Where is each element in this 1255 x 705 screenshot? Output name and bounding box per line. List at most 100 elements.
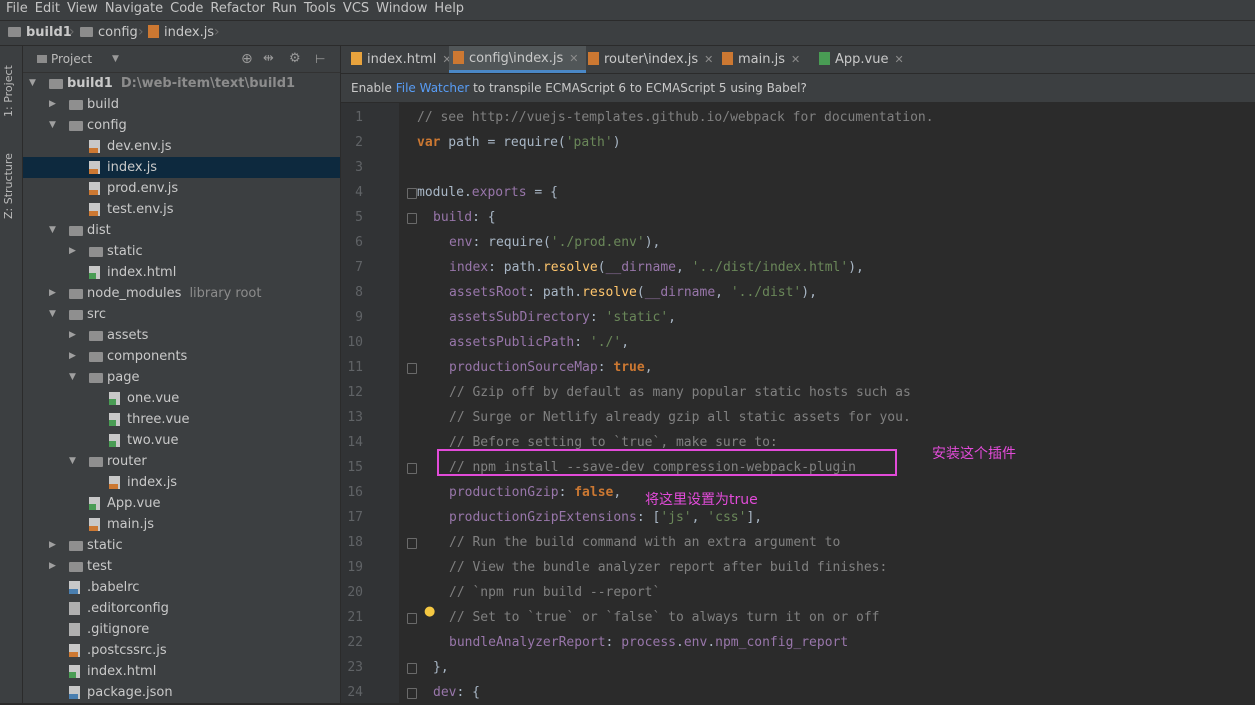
collapsed-arrow-icon[interactable]: ▶ — [49, 535, 59, 556]
html-file-icon — [89, 266, 100, 279]
menu-item-file[interactable]: File — [6, 0, 28, 18]
expanded-arrow-icon[interactable]: ▼ — [69, 451, 79, 472]
close-tab-icon[interactable]: ✕ — [791, 53, 800, 66]
editor-tab[interactable]: App.vue ✕ — [815, 46, 909, 73]
code-text: assetsRoot: path.resolve(__dirname, '../… — [449, 285, 817, 300]
editor-tab[interactable]: main.js ✕ — [718, 46, 817, 73]
menu-item-edit[interactable]: Edit — [35, 0, 60, 18]
close-tab-icon[interactable]: ✕ — [569, 52, 578, 65]
tree-item[interactable]: ▶ test — [23, 556, 340, 577]
tree-item[interactable]: two.vue — [23, 430, 340, 451]
code-text: // Gzip off by default as many popular s… — [449, 385, 911, 400]
expanded-arrow-icon[interactable]: ▼ — [29, 73, 39, 94]
fold-marker-icon[interactable] — [407, 688, 417, 699]
tree-item[interactable]: ▶ node_modules library root — [23, 283, 340, 304]
tree-item[interactable]: ▶ assets — [23, 325, 340, 346]
editor-tab[interactable]: config\index.js ✕ — [449, 46, 586, 73]
expanded-arrow-icon[interactable]: ▼ — [49, 220, 59, 241]
tree-item[interactable]: main.js — [23, 514, 340, 535]
tree-item[interactable]: prod.env.js — [23, 178, 340, 199]
fold-marker-icon[interactable] — [407, 613, 417, 624]
collapsed-arrow-icon[interactable]: ▶ — [69, 325, 79, 346]
project-tool-tab[interactable]: 1: Project — [2, 56, 20, 126]
close-tab-icon[interactable]: ✕ — [894, 53, 903, 66]
tree-item[interactable]: ▼ dist — [23, 220, 340, 241]
expanded-arrow-icon[interactable]: ▼ — [49, 304, 59, 325]
structure-tool-tab[interactable]: Z: Structure — [2, 146, 20, 226]
tree-item[interactable]: three.vue — [23, 409, 340, 430]
expanded-arrow-icon[interactable]: ▼ — [69, 367, 79, 388]
menu-item-window[interactable]: Window — [376, 0, 427, 18]
tree-item-label: index.html — [87, 664, 157, 679]
collapsed-arrow-icon[interactable]: ▶ — [49, 556, 59, 577]
code-line: 18 // Run the build command with an extra… — [341, 530, 1255, 555]
menu-item-run[interactable]: Run — [272, 0, 297, 18]
line-number: 14 — [347, 435, 363, 450]
menu-item-tools[interactable]: Tools — [304, 0, 336, 18]
tree-item[interactable]: ▼ build1 D:\web-item\text\build1 — [23, 73, 340, 94]
breadcrumb-item-build1[interactable]: build1 — [8, 23, 72, 43]
tree-item[interactable]: App.vue — [23, 493, 340, 514]
folder-icon — [69, 121, 83, 131]
tree-item[interactable]: one.vue — [23, 388, 340, 409]
code-editor[interactable]: 1 // see http://vuejs-templates.github.io… — [341, 103, 1255, 703]
fold-marker-icon[interactable] — [407, 663, 417, 674]
view-dropdown-arrow-icon[interactable]: ▼ — [112, 46, 119, 72]
tree-item[interactable]: index.html — [23, 262, 340, 283]
breadcrumb-item-config[interactable]: config — [80, 23, 138, 43]
fold-marker-icon[interactable] — [407, 538, 417, 549]
tree-item[interactable]: .postcssrc.js — [23, 640, 340, 661]
tree-item[interactable]: index.js — [23, 157, 340, 178]
tree-item[interactable]: index.js — [23, 472, 340, 493]
txt-file-icon — [69, 602, 80, 615]
lightbulb-icon[interactable]: ● — [424, 604, 436, 619]
tree-item[interactable]: .editorconfig — [23, 598, 340, 619]
fold-marker-icon[interactable] — [407, 463, 417, 474]
editor-tab[interactable]: index.html ✕ — [347, 46, 452, 73]
expanded-arrow-icon[interactable]: ▼ — [49, 115, 59, 136]
collapsed-arrow-icon[interactable]: ▶ — [49, 94, 59, 115]
hide-panel-icon[interactable]: ⊢ — [315, 46, 325, 72]
tree-item[interactable]: package.json — [23, 682, 340, 703]
folder-icon — [89, 331, 103, 341]
code-line: 9 assetsSubDirectory: 'static', — [341, 305, 1255, 330]
project-view-dropdown[interactable]: Project — [51, 46, 92, 72]
tree-item[interactable]: dev.env.js — [23, 136, 340, 157]
tree-item[interactable]: ▼ config — [23, 115, 340, 136]
menu-item-refactor[interactable]: Refactor — [210, 0, 265, 18]
menu-item-code[interactable]: Code — [170, 0, 203, 18]
code-line: 19 // View the bundle analyzer report aft… — [341, 555, 1255, 580]
settings-gear-icon[interactable]: ⚙ — [289, 46, 301, 72]
breadcrumb-item-indexjs[interactable]: index.js — [148, 23, 214, 43]
fold-marker-icon[interactable] — [407, 213, 417, 224]
menu-item-help[interactable]: Help — [434, 0, 464, 18]
file-watcher-link[interactable]: File Watcher — [396, 81, 470, 95]
tree-item[interactable]: ▶ static — [23, 241, 340, 262]
tree-item[interactable]: index.html — [23, 661, 340, 682]
collapsed-arrow-icon[interactable]: ▶ — [69, 241, 79, 262]
collapsed-arrow-icon[interactable]: ▶ — [49, 283, 59, 304]
tree-item[interactable]: ▼ router — [23, 451, 340, 472]
tree-item[interactable]: test.env.js — [23, 199, 340, 220]
tree-item[interactable]: .gitignore — [23, 619, 340, 640]
fold-marker-icon[interactable] — [407, 363, 417, 374]
tree-item[interactable]: ▶ static — [23, 535, 340, 556]
fold-marker-icon[interactable] — [407, 188, 417, 199]
close-tab-icon[interactable]: ✕ — [704, 53, 713, 66]
annotation-install-plugin: 安装这个插件 — [932, 446, 1016, 462]
tree-item[interactable]: ▶ build — [23, 94, 340, 115]
tree-item[interactable]: ▼ src — [23, 304, 340, 325]
tree-item[interactable]: ▼ page — [23, 367, 340, 388]
tree-item[interactable]: ▶ components — [23, 346, 340, 367]
tree-item-label: static — [87, 538, 123, 553]
tree-item[interactable]: .babelrc — [23, 577, 340, 598]
menu-item-navigate[interactable]: Navigate — [105, 0, 163, 18]
code-text: productionSourceMap: true, — [449, 360, 653, 375]
menu-item-vcs[interactable]: VCS — [343, 0, 369, 18]
menu-item-view[interactable]: View — [67, 0, 98, 18]
editor-tab[interactable]: router\index.js ✕ — [584, 46, 720, 73]
collapse-all-icon[interactable]: ⇹ — [263, 46, 274, 72]
collapsed-arrow-icon[interactable]: ▶ — [69, 346, 79, 367]
line-number: 6 — [355, 235, 363, 250]
locate-file-icon[interactable]: ⊕ — [241, 46, 253, 72]
